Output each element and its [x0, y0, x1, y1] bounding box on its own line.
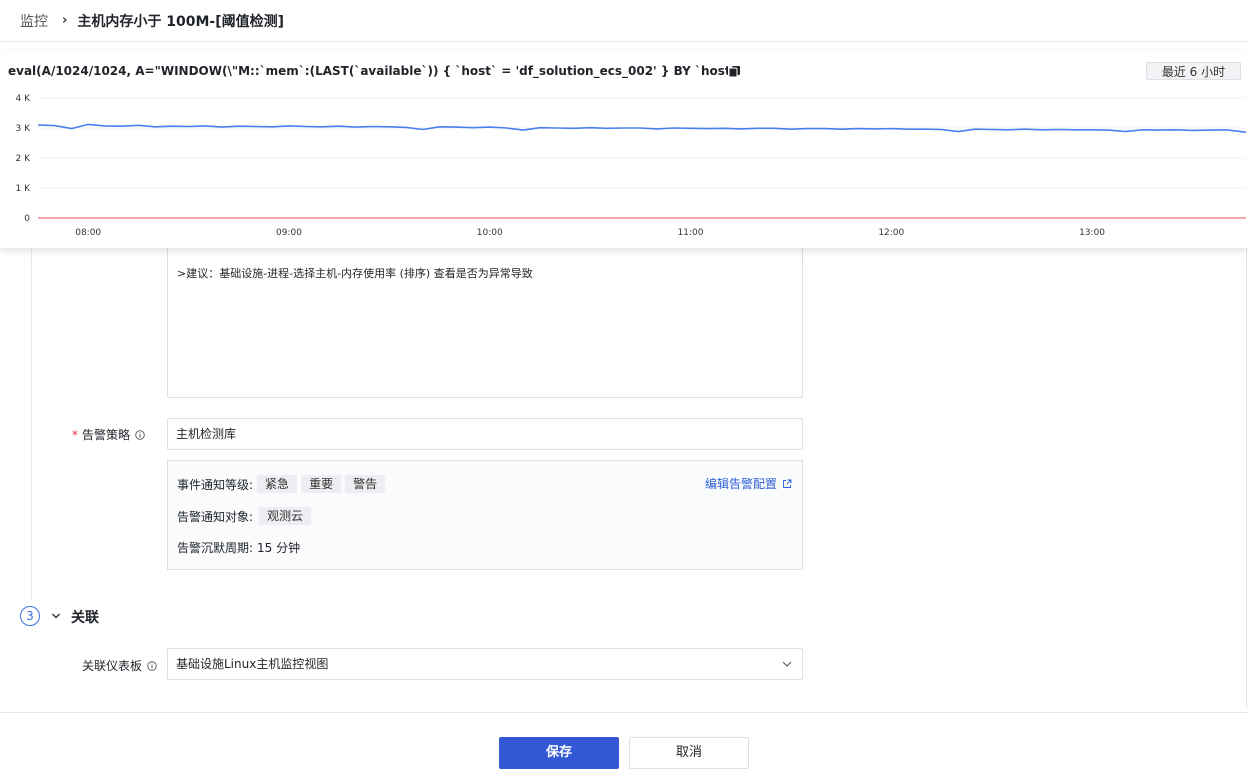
x-tick-label: 09:00 — [276, 228, 302, 238]
silence-row: 告警沉默周期: 15 分钟 — [177, 539, 300, 556]
y-tick-label: 0 — [24, 214, 30, 224]
time-range-selector[interactable]: 最近 6 小时 — [1146, 62, 1241, 80]
notify-target-label: 告警通知对象: — [177, 509, 254, 524]
query-text: eval(A/1024/1024, A="WINDOW(\"M::`mem`:(… — [8, 64, 728, 78]
dashboard-label: 关联仪表板 — [82, 657, 157, 674]
section-title-association[interactable]: 关联 — [71, 607, 99, 627]
breadcrumb-root[interactable]: 监控 — [20, 11, 48, 31]
page-title: 主机内存小于 100M-[阈值检测] — [77, 13, 284, 30]
x-tick-label: 13:00 — [1079, 228, 1105, 238]
y-tick-label: 3 K — [16, 124, 32, 134]
x-tick-label: 12:00 — [878, 228, 904, 238]
y-tick-label: 2 K — [16, 154, 32, 164]
x-tick-label: 11:00 — [678, 228, 704, 238]
edit-alert-config-label: 编辑告警配置 — [704, 477, 777, 491]
info-circle-icon[interactable] — [147, 661, 157, 671]
notify-level-row: 事件通知等级: 紧急 重要 警告 — [177, 475, 386, 493]
alert-policy-label-text: 告警策略 — [82, 428, 131, 442]
chevron-down-icon — [782, 661, 792, 667]
level-tag-important: 重要 — [301, 475, 342, 493]
notify-level-label: 事件通知等级: — [177, 477, 254, 492]
chart-preview-panel: eval(A/1024/1024, A="WINDOW(\"M::`mem`:(… — [0, 52, 1248, 248]
edit-alert-config-link[interactable]: 编辑告警配置 — [705, 475, 792, 492]
silence-label: 告警沉默周期: — [177, 541, 254, 555]
dashboard-select-value: 基础设施Linux主机监控视图 — [176, 657, 329, 671]
copy-icon[interactable] — [729, 66, 740, 77]
suggestion-textarea[interactable]: >建议：基础设施-进程-选择主机-内存使用率 (排序) 查看是否为异常导致 — [167, 248, 803, 398]
step-rail — [31, 248, 32, 600]
line-chart: 4 K 3 K 2 K 1 K 0 08:00 09:00 10:00 11:00 12:00 13… — [16, 94, 1247, 238]
page-scrollbar-track[interactable] — [1246, 248, 1247, 708]
y-tick-label: 4 K — [16, 94, 32, 104]
dashboard-label-text: 关联仪表板 — [82, 659, 143, 673]
top-bar: 监控 › 主机内存小于 100M-[阈值检测] — [0, 0, 1248, 42]
info-circle-icon[interactable] — [135, 430, 145, 440]
chevron-right-icon: › — [62, 13, 68, 28]
y-tick-label: 1 K — [16, 184, 32, 194]
cancel-button[interactable]: 取消 — [629, 737, 749, 769]
target-tag: 观测云 — [259, 507, 312, 525]
alert-policy-select[interactable]: 主机检测库 — [167, 418, 803, 450]
alert-policy-label: * 告警策略 — [72, 426, 145, 443]
external-link-icon — [783, 479, 792, 488]
form-footer: 保存 取消 — [0, 712, 1248, 778]
alert-policy-details: 事件通知等级: 紧急 重要 警告 告警通知对象: 观测云 告警沉默周期: 15 … — [167, 460, 803, 570]
suggestion-text: >建议：基础设施-进程-选择主机-内存使用率 (排序) 查看是否为异常导致 — [177, 267, 533, 280]
x-tick-label: 08:00 — [75, 228, 101, 238]
step-number-badge: 3 — [20, 606, 40, 626]
notify-target-row: 告警通知对象: 观测云 — [177, 507, 312, 525]
silence-value: 15 分钟 — [257, 541, 301, 555]
dashboard-select[interactable]: 基础设施Linux主机监控视图 — [167, 648, 803, 680]
level-tag-warning: 警告 — [345, 475, 386, 493]
required-mark: * — [72, 428, 78, 442]
chevron-down-icon[interactable] — [51, 611, 61, 621]
save-button[interactable]: 保存 — [499, 737, 619, 769]
level-tag-critical: 紧急 — [257, 475, 298, 493]
x-tick-label: 10:00 — [477, 228, 503, 238]
